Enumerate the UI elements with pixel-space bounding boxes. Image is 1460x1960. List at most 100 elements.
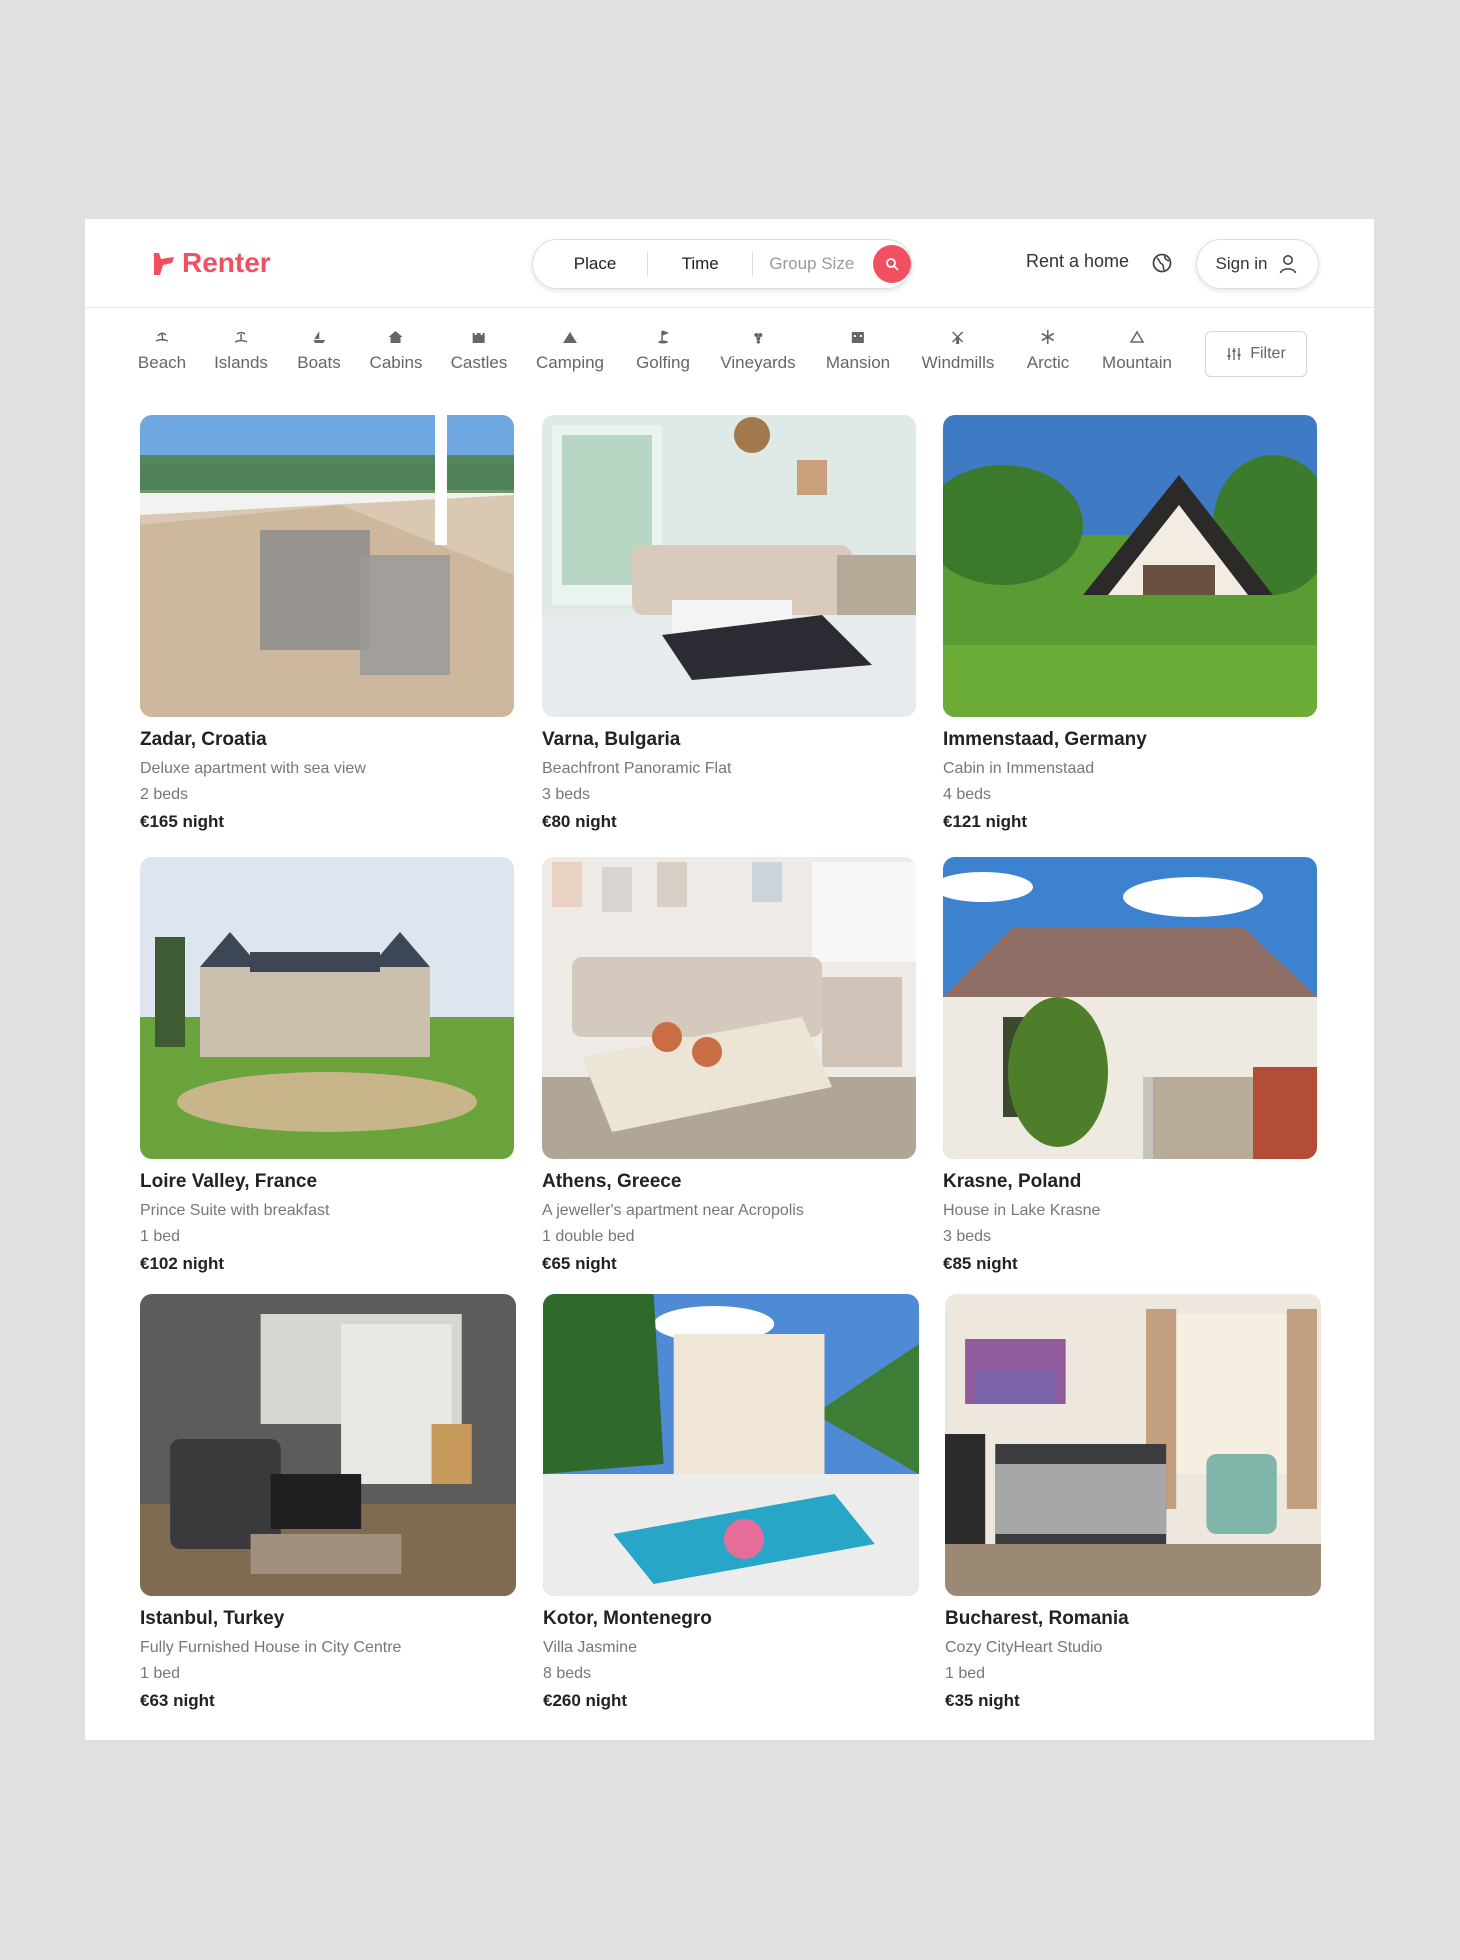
listing-photo[interactable] — [945, 1294, 1321, 1596]
listing-price: €85 night — [943, 1254, 1018, 1273]
listing-location: Zadar, Croatia — [140, 729, 267, 750]
listing-description: Fully Furnished House in City Centre — [140, 1639, 402, 1656]
listing-location: Bucharest, Romania — [945, 1608, 1129, 1629]
category-beach[interactable]: Beach — [138, 329, 186, 373]
listing-photo[interactable] — [542, 415, 916, 717]
listing-image — [542, 415, 916, 717]
island-icon — [234, 331, 248, 343]
listing-price: €80 night — [542, 812, 617, 831]
search-bar[interactable]: Place Time Group Size — [532, 239, 912, 289]
listing-beds: 1 bed — [140, 1228, 181, 1245]
listing-photo[interactable] — [542, 857, 916, 1159]
listing-photo[interactable] — [543, 1294, 919, 1596]
listing-beds: 1 bed — [140, 1665, 181, 1682]
listing-image — [945, 1294, 1321, 1596]
listing-image — [543, 1294, 919, 1596]
brand-icon — [154, 253, 174, 275]
listing-photo[interactable] — [943, 415, 1317, 717]
listing-photo[interactable] — [140, 857, 514, 1159]
group-size-field[interactable]: Group Size — [753, 240, 870, 288]
listing-description: Cabin in Immenstaad — [943, 760, 1095, 777]
listing-location: Athens, Greece — [542, 1171, 682, 1192]
search-icon — [886, 258, 899, 271]
listing-description: Beachfront Panoramic Flat — [542, 760, 732, 777]
listing-description: House in Lake Krasne — [943, 1202, 1101, 1219]
place-field[interactable]: Place — [533, 240, 647, 288]
castle-icon — [473, 333, 485, 343]
brand-logo[interactable]: Renter — [150, 245, 271, 281]
category-bar: Beach Islands Boats Cabins Castles Campi… — [85, 329, 1374, 389]
filter-button[interactable]: Filter — [1205, 331, 1307, 377]
mountain-icon — [1129, 330, 1145, 343]
listing-location: Loire Valley, France — [140, 1171, 318, 1192]
cabin-icon — [388, 331, 403, 343]
listing-photo[interactable] — [943, 857, 1317, 1159]
category-label: Mountain — [1102, 353, 1172, 372]
listing-card[interactable]: Bucharest, Romania Cozy CityHeart Studio… — [945, 1294, 1321, 1711]
mansion-icon — [851, 332, 864, 343]
category-label: Beach — [137, 353, 187, 372]
category-golfing[interactable]: Golfing — [636, 329, 690, 373]
category-label: Cabins — [369, 353, 423, 372]
category-label: Windmills — [921, 353, 995, 372]
category-boats[interactable]: Boats — [297, 329, 341, 373]
listing-location: Kotor, Montenegro — [543, 1608, 712, 1629]
listing-description: Villa Jasmine — [543, 1639, 637, 1656]
listing-price: €63 night — [140, 1691, 215, 1710]
listing-image — [140, 857, 514, 1159]
windmill-icon — [952, 331, 964, 344]
listing-card[interactable]: Loire Valley, France Prince Suite with b… — [140, 857, 514, 1274]
listing-price: €35 night — [945, 1691, 1020, 1710]
category-camping[interactable]: Camping — [536, 329, 604, 373]
rent-a-home-link[interactable]: Rent a home — [1026, 251, 1129, 272]
user-icon — [1280, 255, 1297, 274]
listing-beds: 1 double bed — [542, 1228, 635, 1245]
brand-name: Renter — [182, 247, 271, 278]
listing-beds: 8 beds — [543, 1665, 592, 1682]
filter-label: Filter — [1250, 345, 1286, 362]
category-label: Camping — [535, 353, 605, 372]
listing-card[interactable]: Immenstaad, Germany Cabin in Immenstaad … — [943, 415, 1317, 832]
listing-price: €165 night — [140, 812, 225, 831]
category-mountain[interactable]: Mountain — [1102, 329, 1172, 373]
listing-card[interactable]: Istanbul, Turkey Fully Furnished House i… — [140, 1294, 516, 1711]
category-windmills[interactable]: Windmills — [921, 329, 995, 373]
listing-card[interactable]: Krasne, Poland House in Lake Krasne 3 be… — [943, 857, 1317, 1274]
category-label: Mansion — [825, 353, 891, 372]
category-cabins[interactable]: Cabins — [369, 329, 423, 373]
listing-location: Varna, Bulgaria — [542, 729, 681, 750]
app-window: Renter Place Time Group Size Rent a home… — [85, 219, 1374, 1740]
globe-icon[interactable] — [1151, 252, 1173, 274]
category-arctic[interactable]: Arctic — [1027, 329, 1069, 373]
listing-beds: 2 beds — [140, 786, 189, 803]
listing-price: €102 night — [140, 1254, 225, 1273]
listing-photo[interactable] — [140, 415, 514, 717]
golf-icon — [658, 330, 670, 344]
time-field[interactable]: Time — [648, 240, 752, 288]
grapes-icon — [753, 333, 762, 344]
listing-location: Istanbul, Turkey — [140, 1608, 285, 1629]
listing-location: Krasne, Poland — [943, 1171, 1082, 1192]
sign-in-label: Sign in — [1215, 254, 1268, 273]
listing-card[interactable]: Athens, Greece A jeweller's apartment ne… — [542, 857, 916, 1274]
listing-card[interactable]: Zadar, Croatia Deluxe apartment with sea… — [140, 415, 514, 832]
category-vineyards[interactable]: Vineyards — [720, 329, 796, 373]
category-label: Vineyards — [720, 353, 796, 372]
category-islands[interactable]: Islands — [214, 329, 268, 373]
category-label: Islands — [214, 353, 268, 372]
listing-price: €260 night — [543, 1691, 628, 1710]
beach-icon — [155, 332, 169, 342]
sliders-icon — [1227, 348, 1241, 360]
category-mansion[interactable]: Mansion — [826, 329, 890, 373]
listing-beds: 3 beds — [542, 786, 591, 803]
listing-description: A jeweller's apartment near Acropolis — [542, 1202, 804, 1219]
listing-card[interactable]: Kotor, Montenegro Villa Jasmine 8 beds €… — [543, 1294, 919, 1711]
boat-icon — [312, 331, 325, 343]
listing-photo[interactable] — [140, 1294, 516, 1596]
category-castles[interactable]: Castles — [451, 329, 507, 373]
listing-card[interactable]: Varna, Bulgaria Beachfront Panoramic Fla… — [542, 415, 916, 832]
listing-price: €65 night — [542, 1254, 617, 1273]
search-button[interactable] — [873, 245, 911, 283]
listing-description: Deluxe apartment with sea view — [140, 760, 366, 777]
sign-in-button[interactable]: Sign in — [1196, 239, 1319, 289]
